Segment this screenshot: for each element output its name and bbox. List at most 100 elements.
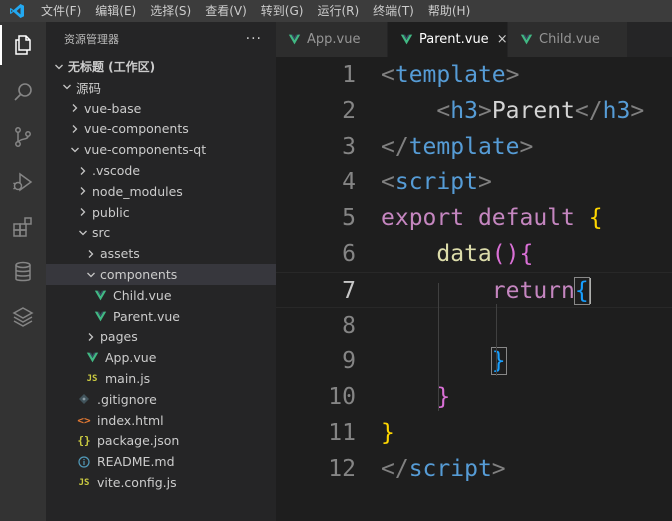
tree-file[interactable]: {} package.json: [46, 430, 276, 451]
source-control-icon[interactable]: [0, 117, 46, 157]
chevron-right-icon[interactable]: [84, 247, 98, 261]
explorer-icon[interactable]: [0, 25, 46, 65]
code-line[interactable]: 9 }: [276, 343, 672, 379]
info-file-icon: [76, 455, 92, 469]
tree-item-label: node_modules: [92, 183, 183, 199]
tab-child-vue[interactable]: Child.vue: [508, 22, 628, 57]
chevron-right-icon[interactable]: [76, 164, 90, 178]
tree-file[interactable]: .gitignore: [46, 389, 276, 410]
tree-folder[interactable]: assets: [46, 243, 276, 264]
code-token: script: [394, 169, 478, 196]
code-line[interactable]: 5 export default {: [276, 200, 672, 236]
menu-item[interactable]: 终端(T): [366, 0, 421, 22]
tab-parent-vue[interactable]: Parent.vue ×: [388, 22, 508, 57]
menu-item[interactable]: 运行(R): [310, 0, 366, 22]
chevron-down-icon[interactable]: [60, 80, 74, 94]
code-line[interactable]: 2 <h3>Parent</h3>: [276, 93, 672, 129]
chevron-right-icon[interactable]: [68, 122, 82, 136]
tree-item-label: 无标题 (工作区): [68, 60, 156, 74]
vscode-logo-icon: [0, 0, 34, 22]
explorer-sidebar: 资源管理器 ··· 无标题 (工作区) 源码 vue-base vue-compone…: [46, 22, 276, 521]
code-line[interactable]: 12 </script>: [276, 451, 672, 487]
tree-folder[interactable]: components: [46, 264, 276, 285]
tree-folder[interactable]: 无标题 (工作区): [46, 56, 276, 77]
tree-file[interactable]: Parent.vue: [46, 306, 276, 327]
code-token: >: [505, 62, 520, 88]
menu-item[interactable]: 查看(V): [198, 0, 254, 22]
tree-folder[interactable]: src: [46, 222, 276, 243]
tree-item-label: vue-components: [84, 121, 189, 137]
chevron-right-icon[interactable]: [68, 101, 82, 115]
vue-file-icon: [288, 33, 301, 46]
code-text: }: [381, 343, 507, 379]
tree-file[interactable]: Child.vue: [46, 285, 276, 306]
editor-tab-bar: App.vue Parent.vue × Child.vue: [276, 22, 672, 57]
code-line[interactable]: 8: [276, 308, 672, 344]
tree-item-label: .vscode: [92, 163, 141, 178]
tree-folder[interactable]: vue-components-qt: [46, 139, 276, 160]
code-line[interactable]: 10 }: [276, 379, 672, 415]
tree-file[interactable]: JS vite.config.js: [46, 472, 276, 493]
line-number: 12: [328, 455, 356, 482]
code-editor[interactable]: 1 <template> 2 <h3>Parent</h3> 3 </template>…: [276, 57, 672, 521]
chevron-down-icon[interactable]: [68, 143, 82, 157]
chevron-down-icon[interactable]: [84, 268, 98, 282]
code-line[interactable]: 11}: [276, 415, 672, 451]
chevron-down-icon[interactable]: [76, 226, 90, 240]
more-actions-icon[interactable]: ···: [246, 31, 262, 47]
run-debug-icon[interactable]: [0, 162, 46, 202]
line-number: 1: [342, 62, 356, 88]
code-token: template: [408, 133, 520, 160]
code-line[interactable]: 1 <template>: [276, 57, 672, 93]
line-number: 6: [342, 241, 356, 267]
tree-folder[interactable]: node_modules: [46, 181, 276, 202]
code-token: {: [519, 241, 534, 267]
menu-item[interactable]: 编辑(E): [88, 0, 143, 22]
tree-folder[interactable]: vue-components: [46, 118, 276, 139]
menu-item[interactable]: 选择(S): [143, 0, 198, 22]
chevron-right-icon[interactable]: [84, 330, 98, 344]
menu-item[interactable]: 帮助(H): [421, 0, 477, 22]
tree-folder[interactable]: 源码: [46, 77, 276, 98]
tree-folder[interactable]: vue-base: [46, 98, 276, 119]
tree-folder[interactable]: .vscode: [46, 160, 276, 181]
menu-item[interactable]: 转到(G): [254, 0, 311, 22]
code-line[interactable]: 4 <script>: [276, 164, 672, 200]
menu-bar: 文件(F) 编辑(E) 选择(S) 查看(V) 转到(G) 运行(R) 终端(T) 帮助(H): [34, 0, 477, 22]
code-line[interactable]: 6 data(){: [276, 236, 672, 272]
explorer-header: 资源管理器 ···: [46, 22, 276, 56]
tree-file[interactable]: App.vue: [46, 347, 276, 368]
chevron-down-icon[interactable]: [52, 60, 66, 74]
menu-item[interactable]: 文件(F): [34, 0, 88, 22]
vue-file-icon: [400, 33, 413, 46]
text-cursor: [588, 278, 591, 305]
code-text: <h3>Parent</h3>: [381, 93, 644, 129]
chevron-right-icon[interactable]: [76, 205, 90, 219]
code-token: {: [573, 276, 590, 305]
tree-folder[interactable]: public: [46, 202, 276, 223]
code-line[interactable]: 7 return{: [276, 271, 672, 308]
close-tab-icon[interactable]: ×: [497, 32, 508, 47]
extensions-icon[interactable]: [0, 207, 46, 247]
code-text: </template>: [381, 129, 533, 165]
code-line[interactable]: 3 </template>: [276, 129, 672, 165]
database-icon[interactable]: [0, 252, 46, 292]
code-token: }: [490, 347, 507, 376]
tree-file[interactable]: JS main.js: [46, 368, 276, 389]
layers-icon[interactable]: [0, 297, 46, 337]
tree-item-label: vue-components-qt: [84, 142, 207, 158]
tree-item-label: README.md: [97, 454, 175, 470]
tree-file[interactable]: <> index.html: [46, 410, 276, 431]
tree-folder[interactable]: pages: [46, 326, 276, 347]
tree-file[interactable]: README.md: [46, 451, 276, 472]
tree-item-label: index.html: [97, 412, 164, 428]
vue-file-icon: [84, 351, 100, 365]
tree-item-label: Parent.vue: [113, 308, 180, 324]
tab-app-vue[interactable]: App.vue: [276, 22, 388, 57]
chevron-right-icon[interactable]: [76, 184, 90, 198]
tab-label: App.vue: [307, 32, 361, 47]
search-icon[interactable]: [0, 72, 46, 112]
